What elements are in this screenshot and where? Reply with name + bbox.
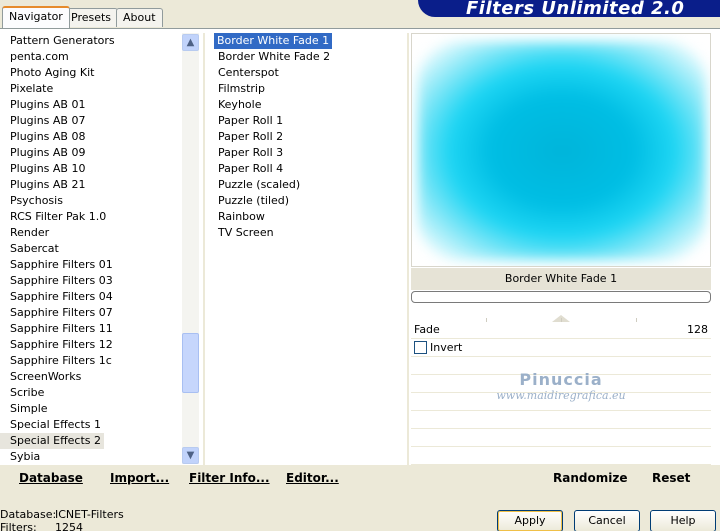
parameter-panel: Fade 128 Invert: [411, 309, 711, 465]
empty-param-row: [411, 357, 711, 375]
cancel-button[interactable]: Cancel: [574, 510, 640, 531]
category-item[interactable]: Sapphire Filters 01: [0, 257, 182, 273]
empty-param-row: [411, 411, 711, 429]
help-button[interactable]: Help: [650, 510, 716, 531]
category-item[interactable]: Plugins AB 21: [0, 177, 182, 193]
fade-label: Fade: [414, 323, 440, 336]
empty-param-row: [411, 375, 711, 393]
filter-item[interactable]: Border White Fade 2: [215, 49, 405, 65]
fade-value: 128: [687, 323, 708, 336]
invert-label: Invert: [430, 341, 463, 354]
category-item[interactable]: Pixelate: [0, 81, 182, 97]
navigator-panel: Pattern Generators penta.com Photo Aging K…: [0, 28, 720, 467]
category-item[interactable]: Simple: [0, 401, 182, 417]
filter-item[interactable]: Puzzle (scaled): [215, 177, 405, 193]
database-status-value: ICNET-Filters: [55, 508, 124, 521]
filter-item[interactable]: Centerspot: [215, 65, 405, 81]
category-item[interactable]: RCS Filter Pak 1.0: [0, 209, 182, 225]
database-button[interactable]: Database: [19, 471, 83, 485]
scroll-thumb[interactable]: [182, 333, 199, 393]
category-list[interactable]: Pattern Generators penta.com Photo Aging K…: [0, 33, 182, 465]
database-status: Database:ICNET-Filters: [0, 508, 124, 521]
filter-info-button[interactable]: Filter Info...: [189, 471, 270, 485]
filters-status-value: 1254: [55, 521, 83, 531]
category-item[interactable]: Sapphire Filters 03: [0, 273, 182, 289]
category-item[interactable]: Render: [0, 225, 182, 241]
filter-item[interactable]: Paper Roll 1: [215, 113, 405, 129]
apply-button[interactable]: Apply: [497, 510, 563, 531]
column-divider: [407, 33, 409, 467]
category-item[interactable]: Psychosis: [0, 193, 182, 209]
empty-param-row: [411, 393, 711, 411]
category-item[interactable]: Sapphire Filters 12: [0, 337, 182, 353]
filter-item[interactable]: Border White Fade 1: [214, 33, 333, 49]
filter-item[interactable]: Rainbow: [215, 209, 405, 225]
invert-checkbox[interactable]: [414, 341, 427, 354]
filter-item[interactable]: Puzzle (tiled): [215, 193, 405, 209]
category-item[interactable]: Sapphire Filters 11: [0, 321, 182, 337]
filter-item[interactable]: Paper Roll 3: [215, 145, 405, 161]
filter-item[interactable]: Paper Roll 4: [215, 161, 405, 177]
filter-item[interactable]: Paper Roll 2: [215, 129, 405, 145]
import-button[interactable]: Import...: [110, 471, 169, 485]
app-title-banner: Filters Unlimited 2.0: [418, 0, 720, 17]
category-item[interactable]: Sabercat: [0, 241, 182, 257]
chevron-up-icon[interactable]: ▲: [182, 34, 199, 51]
progress-bar: [411, 291, 711, 303]
filters-status: Filters: 1254: [0, 521, 83, 531]
preview-image: [418, 42, 706, 260]
category-item[interactable]: Pattern Generators: [0, 33, 182, 49]
randomize-button[interactable]: Randomize: [553, 471, 627, 485]
category-item[interactable]: Sapphire Filters 1c: [0, 353, 182, 369]
chevron-down-icon[interactable]: ▼: [182, 447, 199, 464]
category-item[interactable]: Scribe: [0, 385, 182, 401]
column-divider: [203, 33, 205, 467]
filters-status-label: Filters:: [0, 521, 37, 531]
filter-item[interactable]: Filmstrip: [215, 81, 405, 97]
category-item[interactable]: Plugins AB 07: [0, 113, 182, 129]
category-item[interactable]: Plugins AB 01: [0, 97, 182, 113]
tab-presets[interactable]: Presets: [64, 8, 119, 27]
preview-filter-name: Border White Fade 1: [411, 268, 711, 290]
invert-row[interactable]: Invert: [411, 339, 711, 357]
database-status-label: Database:: [0, 508, 57, 521]
filter-list[interactable]: Border White Fade 1 Border White Fade 2 Ce…: [214, 33, 405, 241]
action-bar: Database Import... Filter Info... Editor…: [0, 465, 720, 495]
empty-param-row: [411, 447, 711, 465]
empty-param-row: [411, 429, 711, 447]
filter-item[interactable]: Keyhole: [215, 97, 405, 113]
category-item[interactable]: Plugins AB 10: [0, 161, 182, 177]
category-item[interactable]: Photo Aging Kit: [0, 65, 182, 81]
category-item[interactable]: ScreenWorks: [0, 369, 182, 385]
tab-about[interactable]: About: [116, 8, 163, 27]
fade-slider[interactable]: Fade 128: [411, 315, 711, 339]
category-item[interactable]: Sapphire Filters 07: [0, 305, 182, 321]
category-item[interactable]: Special Effects 1: [0, 417, 182, 433]
filter-item[interactable]: TV Screen: [215, 225, 405, 241]
category-scrollbar[interactable]: ▲ ▼: [182, 33, 199, 464]
filter-preview: [411, 33, 711, 267]
category-item[interactable]: penta.com: [0, 49, 182, 65]
category-item[interactable]: Sapphire Filters 04: [0, 289, 182, 305]
category-item[interactable]: Sybia: [0, 449, 182, 465]
editor-button[interactable]: Editor...: [286, 471, 339, 485]
tab-navigator[interactable]: Navigator: [2, 6, 70, 28]
reset-button[interactable]: Reset: [652, 471, 690, 485]
category-item[interactable]: Plugins AB 09: [0, 145, 182, 161]
category-item[interactable]: Special Effects 2: [0, 433, 105, 449]
category-item[interactable]: Plugins AB 08: [0, 129, 182, 145]
